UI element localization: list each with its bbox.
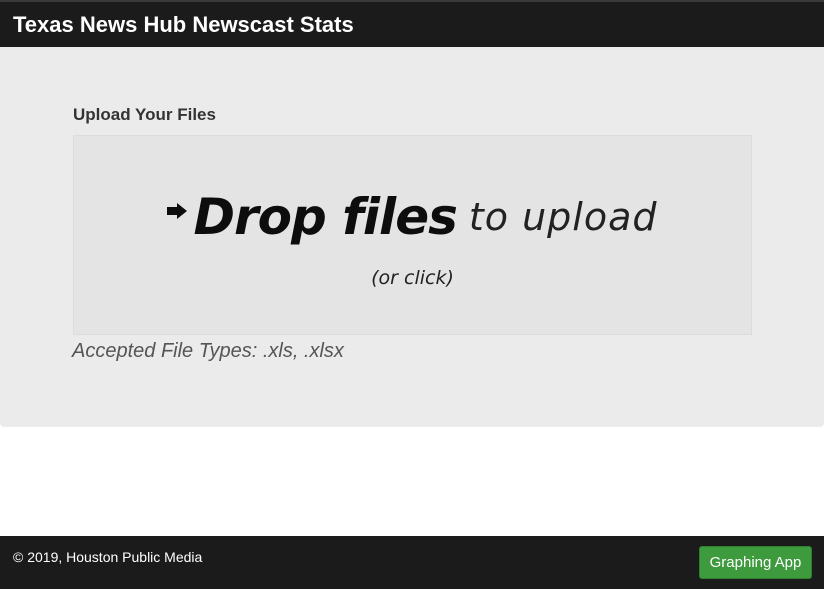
footer: © 2019, Houston Public Media Graphing Ap…: [0, 536, 824, 589]
top-navbar: Texas News Hub Newscast Stats: [0, 0, 824, 47]
upload-heading: Upload Your Files: [73, 105, 216, 124]
dropzone-message: Drop files to upload: [74, 188, 751, 246]
dropzone-sub-text: (or click): [371, 267, 454, 289]
accepted-file-types: Accepted File Types: .xls, .xlsx: [72, 340, 344, 362]
copyright-text: © 2019, Houston Public Media: [13, 549, 203, 565]
graphing-app-button[interactable]: Graphing App: [699, 546, 812, 579]
file-dropzone[interactable]: Drop files to upload (or click): [73, 135, 752, 335]
arrow-right-icon-svg: [167, 203, 188, 219]
main-panel: Upload Your Files Drop files to upload (o…: [0, 47, 824, 427]
arrow-right-icon: [167, 203, 188, 219]
app-title: Texas News Hub Newscast Stats: [13, 12, 354, 37]
dropzone-strong-text: Drop files: [193, 188, 457, 246]
dropzone-light-text: to upload: [468, 195, 658, 239]
